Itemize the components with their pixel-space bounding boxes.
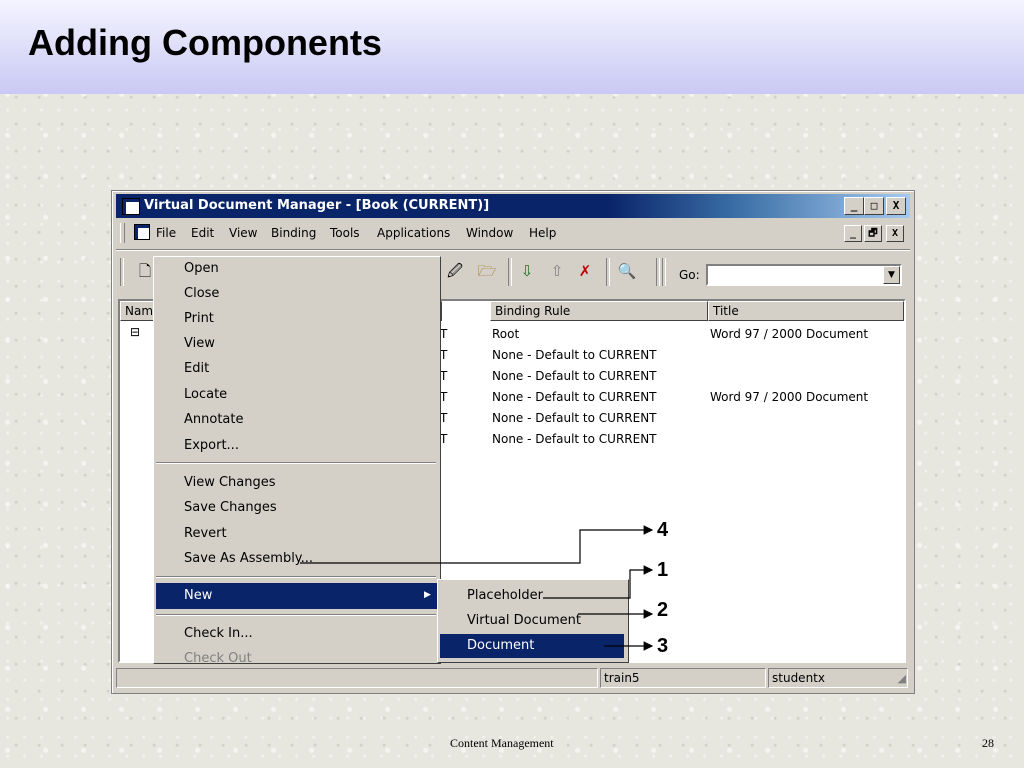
callout-arrow-4 — [300, 525, 654, 564]
callout-arrows — [300, 525, 654, 651]
callout-label-2: 2 — [657, 599, 669, 621]
slide-footer: Content Management — [450, 736, 554, 750]
callout-label-3: 3 — [657, 635, 669, 657]
slide-page-number: 28 — [982, 736, 994, 750]
callout-label-1: 1 — [657, 559, 669, 581]
callout-label-4: 4 — [657, 519, 669, 541]
callout-arrow-1 — [543, 565, 654, 599]
